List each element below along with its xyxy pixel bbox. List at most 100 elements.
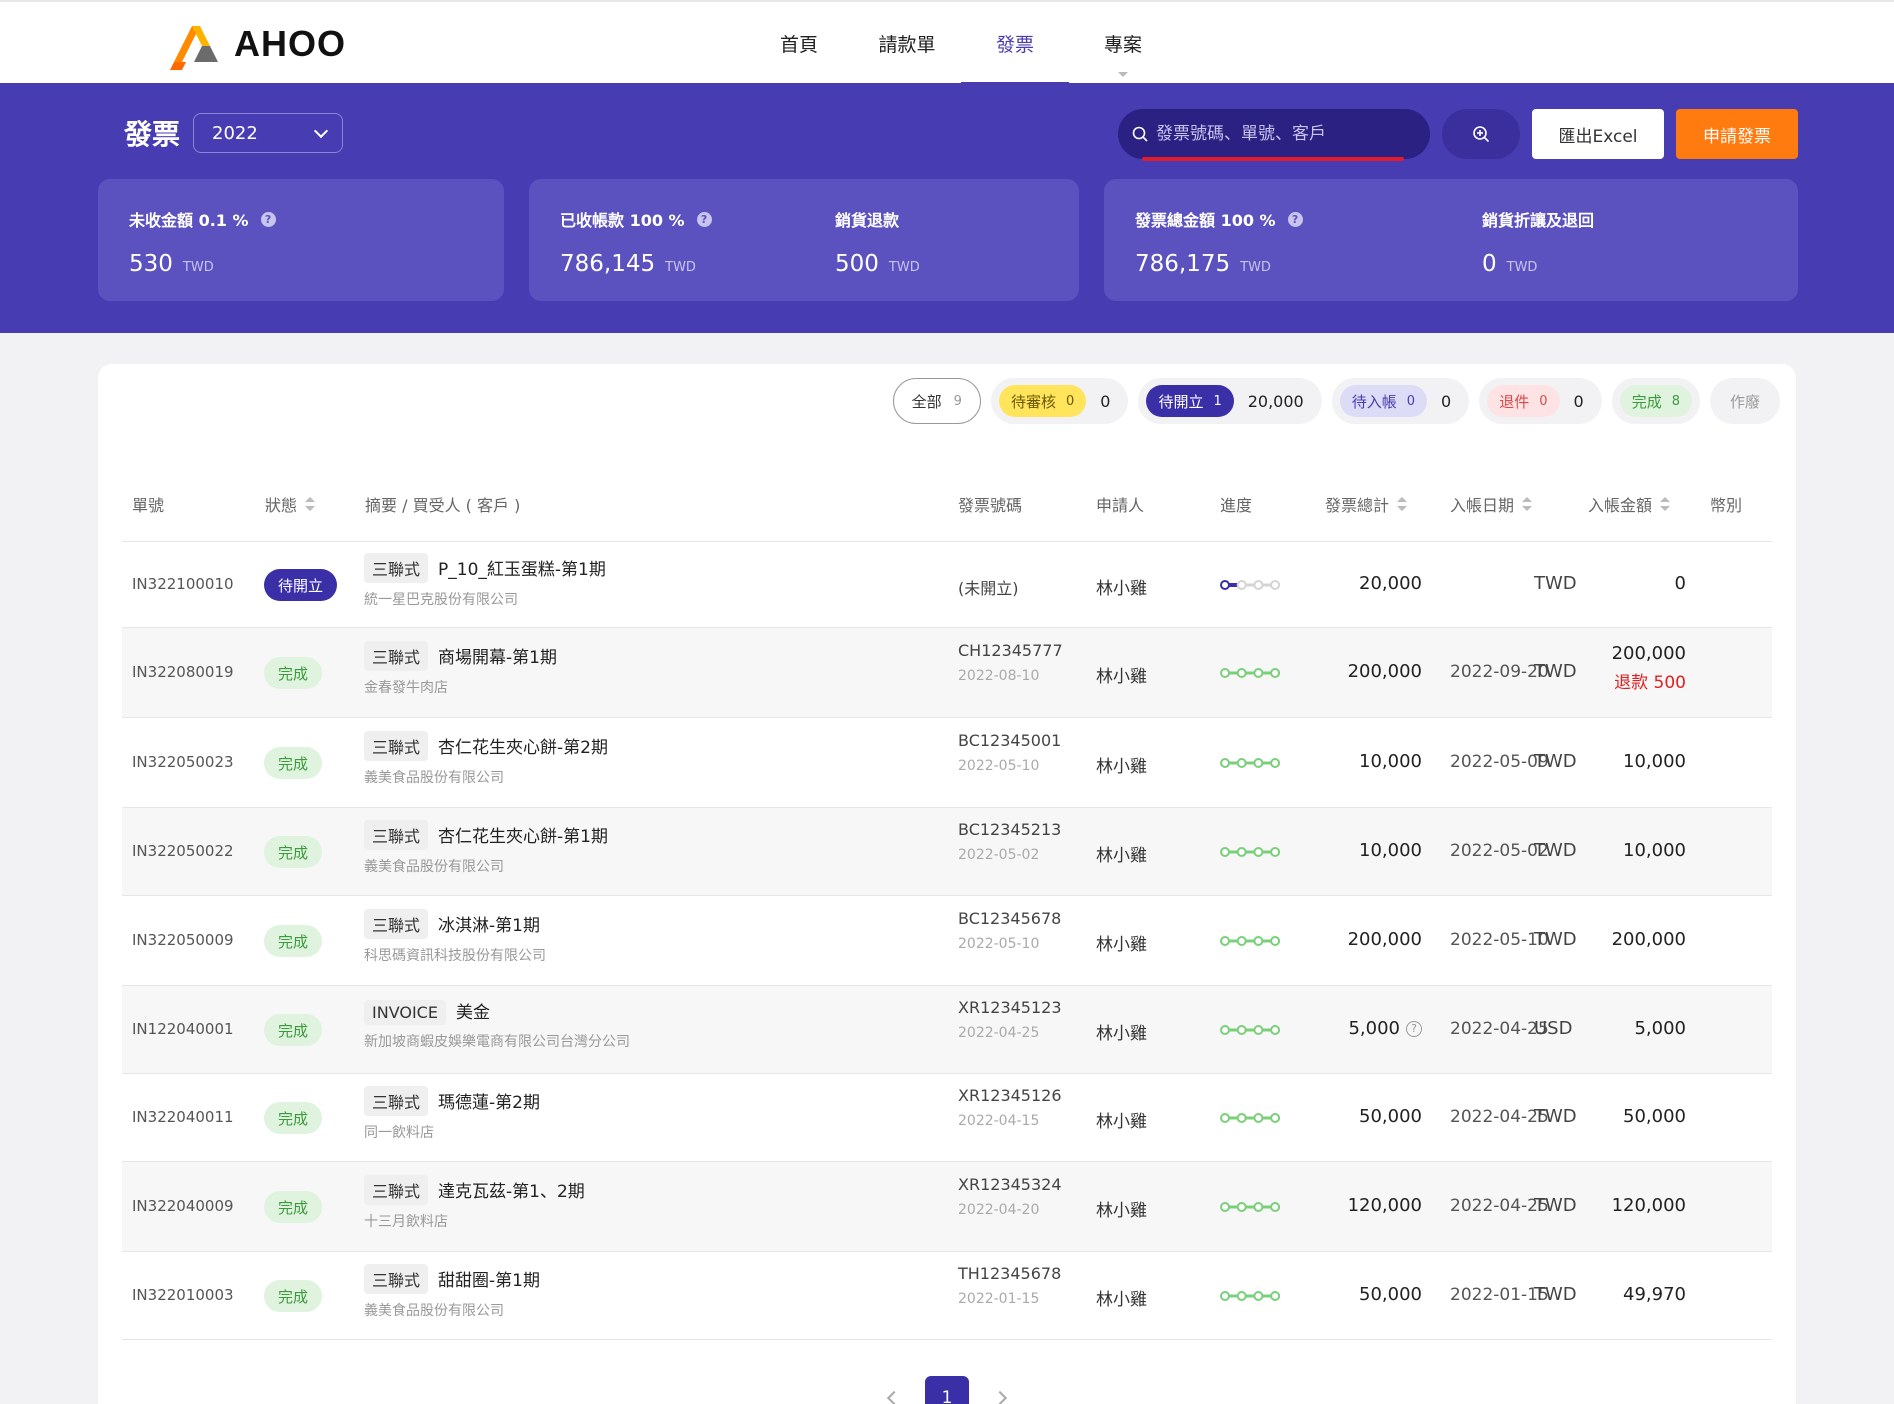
invoice-row-no[interactable]: IN122040001 <box>132 1020 234 1038</box>
filter-returned[interactable]: 退件 0 0 <box>1479 378 1602 424</box>
stat-label: 發票總金額 100 %? <box>1135 207 1303 231</box>
table-row[interactable]: IN322040011 完成 三聯式 瑪德蓮-第2期 同一飲料店 XR123451… <box>122 1074 1772 1162</box>
post-amount-value: 0 <box>1674 573 1686 594</box>
nav-billing-label: 請款單 <box>878 34 936 56</box>
progress-indicator <box>1220 1113 1280 1123</box>
nav-home-label: 首頁 <box>779 34 818 56</box>
nav-home[interactable]: 首頁 <box>745 2 853 85</box>
advanced-search-button[interactable] <box>1442 109 1520 159</box>
stat-label: 未收金額 0.1 %? <box>129 207 276 231</box>
invoice-type-tag: 三聯式 <box>364 553 429 583</box>
table-row[interactable]: IN322010003 完成 三聯式 甜甜圈-第1期 義美食品股份有限公司 TH1… <box>122 1252 1772 1340</box>
summary-title: 美金 <box>455 1003 490 1023</box>
prev-page-icon[interactable] <box>886 1390 902 1404</box>
invoice-date: 2022-04-20 <box>958 1202 1040 1218</box>
filter-pending[interactable]: 待開立 1 20,000 <box>1138 378 1322 424</box>
invoice-date: 2022-05-10 <box>958 758 1040 774</box>
status-badge: 完成 <box>264 1102 323 1134</box>
invoice-total: 20,000 <box>1359 573 1422 594</box>
top-navbar: AHOO 首頁 請款單 發票 專案 <box>0 0 1894 85</box>
nav-invoice[interactable]: 發票 <box>961 2 1069 85</box>
progress-indicator <box>1220 936 1280 946</box>
main-nav: 首頁 請款單 發票 專案 <box>745 2 1177 85</box>
filter-review-pill: 待審核 0 <box>998 385 1087 417</box>
stat-unit: TWD <box>888 260 920 275</box>
invoice-row-no[interactable]: IN322040009 <box>132 1197 234 1215</box>
col-post-date[interactable]: 入帳日期 <box>1450 492 1533 516</box>
col-status[interactable]: 狀態 <box>265 492 316 516</box>
filter-review-label: 待審核 <box>1010 392 1056 411</box>
status-filter-bar: 全部 9 待審核 0 0 待開立 1 20,000 待入帳 0 0 退件 0 0 完成 8… <box>892 378 1780 424</box>
help-icon[interactable]: ? <box>260 211 276 227</box>
filter-pending-count: 1 <box>1213 393 1222 409</box>
nav-project[interactable]: 專案 <box>1069 2 1177 85</box>
status-badge: 完成 <box>264 1191 323 1223</box>
table-row[interactable]: IN322050022 完成 三聯式 杏仁花生夾心餅-第1期 義美食品股份有限公司… <box>122 808 1772 896</box>
applicant-name: 林小雞 <box>1096 1201 1147 1221</box>
search-highlight-underline <box>1142 157 1404 161</box>
help-icon[interactable]: ? <box>1287 211 1303 227</box>
brand-logo[interactable]: AHOO <box>166 18 346 70</box>
progress-indicator <box>1220 580 1280 590</box>
year-select[interactable]: 2022 <box>193 113 343 153</box>
col-summary-label: 摘要 / 買受人 ( 客戶 ) <box>365 496 521 515</box>
filter-posting-pill: 待入帳 0 <box>1339 385 1428 417</box>
row-summary: 三聯式 達克瓦茲-第1、2期 十三月飲料店 <box>364 1175 585 1231</box>
invoice-row-no[interactable]: IN322050009 <box>132 931 234 949</box>
invoice-total-value: 120,000 <box>1347 1195 1422 1216</box>
table-row[interactable]: IN322040009 完成 三聯式 達克瓦茲-第1、2期 十三月飲料店 XR12… <box>122 1162 1772 1252</box>
col-total[interactable]: 發票總計 <box>1325 492 1408 516</box>
customer-name: 義美食品股份有限公司 <box>364 770 504 786</box>
filter-all[interactable]: 全部 9 <box>892 378 981 424</box>
year-select-value: 2022 <box>212 122 258 144</box>
filter-done[interactable]: 完成 8 <box>1611 378 1700 424</box>
currency: TWD <box>1534 929 1577 950</box>
invoice-row-no[interactable]: IN322080019 <box>132 663 234 681</box>
refund-amount: 退款 500 <box>1614 673 1686 693</box>
invoice-number-cell: XR12345126 2022-04-15 <box>958 1086 1062 1129</box>
stat-label: 已收帳款 100 %? <box>560 207 712 231</box>
apply-invoice-button[interactable]: 申請發票 <box>1676 109 1798 159</box>
filter-posting[interactable]: 待入帳 0 0 <box>1331 378 1470 424</box>
table-header: 單號 狀態 摘要 / 買受人 ( 客戶 ) 發票號碼 申請人 進度 發票總計 入… <box>122 466 1772 542</box>
col-post-date-label: 入帳日期 <box>1450 496 1515 515</box>
sort-icon <box>1522 497 1533 511</box>
applicant-name: 林小雞 <box>1096 757 1147 777</box>
stat-unit: TWD <box>665 260 696 275</box>
col-post-amount[interactable]: 入帳金額 <box>1588 492 1671 516</box>
invoice-number: TH12345678 <box>958 1264 1062 1283</box>
invoice-number-cell: (未開立) <box>958 575 1019 599</box>
search-input[interactable] <box>1156 124 1406 144</box>
filter-review[interactable]: 待審核 0 0 <box>990 378 1129 424</box>
invoice-type-tag: 三聯式 <box>364 1264 429 1294</box>
next-page-icon[interactable] <box>992 1390 1008 1404</box>
stat-label: 銷貨折讓及退回 <box>1482 207 1594 231</box>
post-amount-value: 49,970 <box>1623 1284 1686 1305</box>
page-number-current[interactable]: 1 <box>925 1376 969 1404</box>
status-badge: 完成 <box>264 1014 323 1046</box>
table-row[interactable]: IN322050009 完成 三聯式 冰淇淋-第1期 科思碼資訊科技股份有限公司 … <box>122 896 1772 986</box>
table-row[interactable]: IN322080019 完成 三聯式 商場開幕-第1期 金春發牛肉店 CH1234… <box>122 628 1772 718</box>
applicant-name: 林小雞 <box>1096 846 1147 866</box>
nav-billing[interactable]: 請款單 <box>853 2 961 85</box>
invoice-total-value: 50,000 <box>1359 1106 1422 1127</box>
stat-label-text: 未收金額 0.1 % <box>129 211 249 230</box>
help-icon[interactable]: ? <box>696 211 712 227</box>
invoice-number: (未開立) <box>958 579 1019 598</box>
summary-title: 冰淇淋-第1期 <box>438 916 540 936</box>
invoice-row-no[interactable]: IN322100010 <box>132 575 234 593</box>
invoice-row-no[interactable]: IN322050023 <box>132 753 234 771</box>
help-icon[interactable]: ? <box>1406 1020 1422 1037</box>
col-total-label: 發票總計 <box>1325 496 1390 515</box>
invoice-row-no[interactable]: IN322010003 <box>132 1286 234 1304</box>
filter-void[interactable]: 作廢 <box>1709 378 1780 424</box>
stat-value-number: 786,175 <box>1135 251 1231 277</box>
export-excel-button[interactable]: 匯出Excel <box>1532 109 1664 159</box>
invoice-date: 2022-04-25 <box>958 1025 1040 1041</box>
table-row[interactable]: IN122040001 完成 INVOICE 美金 新加坡商蝦皮娛樂電商有限公司台… <box>122 986 1772 1074</box>
invoice-row-no[interactable]: IN322050022 <box>132 842 234 860</box>
pagination: 1 <box>886 1376 1008 1404</box>
table-row[interactable]: IN322050023 完成 三聯式 杏仁花生夾心餅-第2期 義美食品股份有限公司… <box>122 718 1772 808</box>
invoice-row-no[interactable]: IN322040011 <box>132 1108 234 1126</box>
table-row[interactable]: IN322100010 待開立 三聯式 P_10_紅玉蛋糕-第1期 統一星巴克股份… <box>122 542 1772 628</box>
